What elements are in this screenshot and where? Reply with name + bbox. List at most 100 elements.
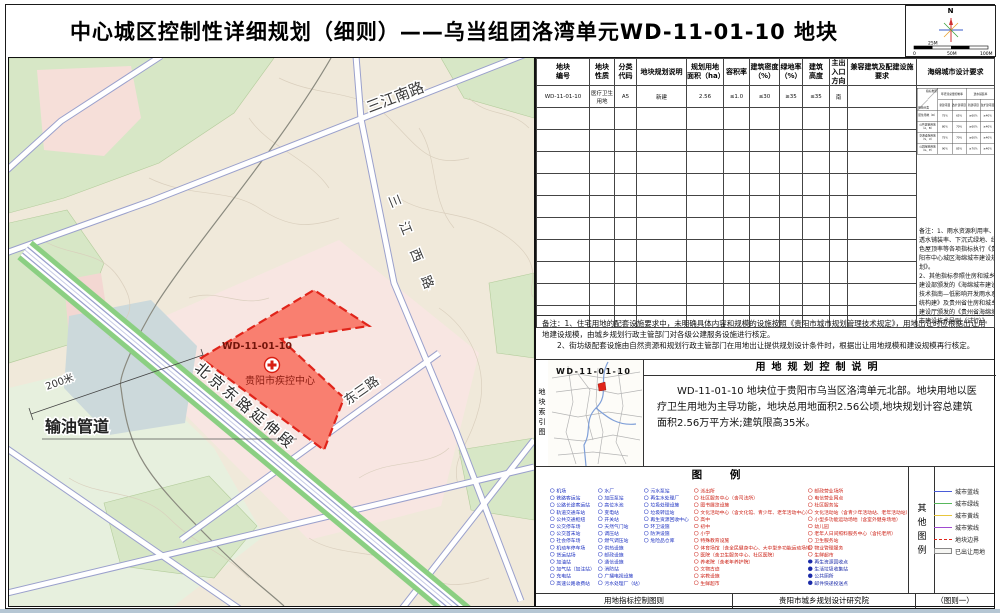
blue-line-swatch <box>934 491 952 492</box>
col-header: 绿地率 （%） <box>780 59 803 86</box>
other-legend-side-label: 其他图例 <box>908 467 935 594</box>
legend-symbol-icon <box>694 531 698 535</box>
index-parcel-marker <box>598 382 606 391</box>
sponge-corner-cell: 指标类型 用地分类 <box>917 88 938 110</box>
legend-item: 电信营业网点 <box>808 494 909 501</box>
legend-symbol-icon <box>808 531 812 535</box>
legend-item: 物业管理服务 <box>808 544 909 551</box>
legend-item: 再生资源回收中心 <box>644 515 689 522</box>
legend-symbol-icon <box>598 552 602 556</box>
legend-item: 加压泵站 <box>598 494 643 501</box>
legend-item: 开关站 <box>598 515 643 522</box>
other-legend-item: 地块边界 <box>934 533 994 545</box>
sponge-data-row: 公园绿地用地（G、E）90%85%≥70%≥40% <box>917 143 994 154</box>
parcel-name-label: 贵阳市疾控中心 <box>245 374 315 387</box>
legend-item: 小学 <box>694 530 816 537</box>
sponge-group-header: 透水铺装率 <box>966 88 994 99</box>
legend-title: 图 例 <box>536 467 908 483</box>
legend-item: 高中 <box>694 515 816 522</box>
green-line-swatch <box>934 503 952 504</box>
legend-item: 变电站 <box>598 508 643 515</box>
legend-item: 公路长途客运站 <box>550 501 595 508</box>
legend-symbol-icon <box>694 495 698 499</box>
legend-item: 公交停车场 <box>550 522 595 529</box>
legend-symbol-icon <box>550 510 554 514</box>
legend-item: 公共交通枢纽 <box>550 515 595 522</box>
control-note-section: 用地规划控制说明 WD-11-01-10 地块位于贵阳市乌当区洛湾单元北部。地块… <box>643 360 996 466</box>
legend-symbol-icon <box>598 531 602 535</box>
legend-item: 燃气调压站 <box>598 537 643 544</box>
legend-symbol-icon <box>644 524 648 528</box>
legend-item: 幼儿园 <box>808 522 909 529</box>
pipeline-label: 输油管道 <box>45 417 109 436</box>
footer-sheet-no: （图则一） <box>916 594 994 608</box>
legend-symbol-icon <box>808 566 812 570</box>
legend-item: 社会停车场 <box>550 537 595 544</box>
parcel-code-label: WD-11-01-10 <box>222 341 292 352</box>
legend-column-5: 邮政营业场所电信营业网点社区服务站文化活动站（含青少年活动站、老年活动站）小型多… <box>808 487 909 586</box>
page-edge-strip <box>0 609 1000 613</box>
legend-symbol-icon <box>644 510 648 514</box>
planning-sheet: 中心城区控制性详细规划（细则）——乌当组团洛湾单元WD-11-01-10 地块 … <box>0 0 1000 613</box>
col-header: 主出 入口 方向 <box>830 59 848 86</box>
legend-symbol-icon <box>694 524 698 528</box>
legend-item: 高位水池 <box>598 501 643 508</box>
cell-density: ≤30 <box>750 86 780 108</box>
col-header: 地块规划说明 <box>637 59 687 86</box>
sponge-data-row: 交通设施用地（S、U）75%70%≥60%≥40% <box>917 132 994 143</box>
legend-symbol-icon <box>808 559 812 563</box>
legend-symbol-icon <box>808 573 812 577</box>
sponge-data-row: 居住用地（R）75%65%≥60%≥40% <box>917 110 994 121</box>
svg-text:100M: 100M <box>980 51 993 56</box>
legend-item: 再生资源回收点 <box>808 558 909 565</box>
col-header: 建筑 高度 <box>803 59 830 86</box>
legend-symbol-icon <box>598 566 602 570</box>
legend-item: 社区服务站 <box>808 501 909 508</box>
legend-symbol-icon <box>808 552 812 556</box>
index-map: WD-11-01-10 <box>548 360 644 466</box>
legend-item: 污水泵站 <box>644 487 689 494</box>
col-header: 地块 编号 <box>537 59 590 86</box>
col-header: 建筑密度 （%） <box>750 59 780 86</box>
legend-item: 水厂 <box>598 487 643 494</box>
legend-symbol-icon <box>808 488 812 492</box>
legend-symbol-icon <box>694 503 698 507</box>
legend-item: 公共厕所 <box>808 572 909 579</box>
control-indicators-table: 地块 编号 地块 性质 分类 代码 地块规划说明 规划用地 面积（ha） 容积率… <box>536 58 995 328</box>
legend-symbol-icon <box>644 488 648 492</box>
legend-symbol-icon <box>598 545 602 549</box>
cell-far: ≤1.0 <box>724 86 750 108</box>
control-note-title: 用地规划控制说明 <box>643 360 996 376</box>
col-header: 海绵城市设计要求 <box>917 59 995 86</box>
legend-symbol-icon <box>598 573 602 577</box>
legend-item: 供热设施 <box>598 544 643 551</box>
legend-item: 调压站 <box>598 530 643 537</box>
cell-area: 2.56 <box>687 86 724 108</box>
legend-column-2: 水厂加压泵站高位水池变电站开关站天然气门站调压站燃气调压站供热设施邮政设施通信设… <box>598 487 643 586</box>
planning-map: 三江南路 三 江 西 路 东三路 北京东路延伸段 输油管道 200米 WD-11… <box>9 58 534 606</box>
legend-item: 防洪设施 <box>644 530 689 537</box>
col-header: 规划用地 面积（ha） <box>687 59 724 86</box>
legend-item: 邮件快递投送点 <box>808 579 909 586</box>
legend-symbol-icon <box>808 581 812 585</box>
legend-symbol-icon <box>598 495 602 499</box>
legend-symbol-icon <box>808 510 812 514</box>
legend-item: 铁路客运站 <box>550 494 595 501</box>
legend-symbol-icon <box>644 531 648 535</box>
col-header: 容积率 <box>724 59 750 86</box>
legend-item: 再生水处理厂 <box>644 494 689 501</box>
legend-item: 图书展览设施 <box>694 501 816 508</box>
legend-symbol-icon <box>598 581 602 585</box>
svg-text:0: 0 <box>913 51 916 56</box>
col-header: 兼容建筑及配建设施要求 <box>848 59 917 86</box>
cell-nature: 医疗卫生用地 <box>590 86 615 108</box>
legend-symbol-icon <box>808 517 812 521</box>
sponge-city-cell: 指标类型 用地分类 年径流总量控制率 透水铺装率 新建项目 改扩建项目 新 <box>917 86 995 328</box>
footer-sheet-name: 用地指标控制图则 <box>536 594 733 608</box>
other-legend-item: 城市绿线 <box>934 497 994 509</box>
legend-item: 邮政设施 <box>598 551 643 558</box>
legend-item: 宗教设施 <box>694 572 816 579</box>
table-note: 备注：1、住宅用地的配套设施要求中，未明确具体内容和规模的设施按照《贵阳市城市规… <box>536 315 994 360</box>
table-header-row: 地块 编号 地块 性质 分类 代码 地块规划说明 规划用地 面积（ha） 容积率… <box>537 59 995 86</box>
cell-compat <box>848 86 917 108</box>
